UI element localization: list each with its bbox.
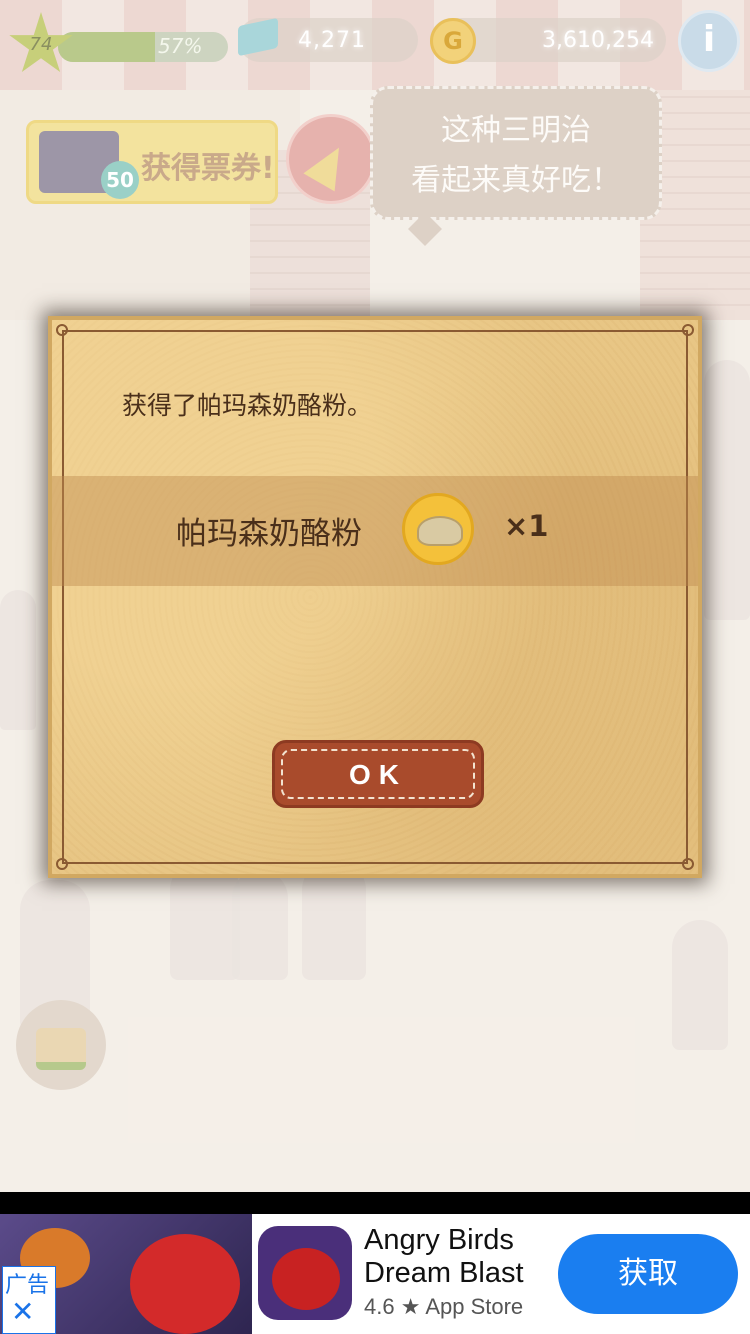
xp-percent-text: 57% [158,34,203,58]
ad-app-name[interactable]: Angry Birds Dream Blast [364,1224,564,1290]
ad-choices-badge[interactable]: 广告 ✕ [2,1266,56,1334]
speech-line-1: 这种三明治 [441,113,591,148]
ok-button[interactable]: OK [272,740,484,808]
ticket-icon [238,17,278,57]
get-tickets-button[interactable]: 50 获得票券! [26,120,278,204]
xp-progress-fill [58,32,155,62]
coin-icon: G [430,18,476,64]
ticket-count: 4,271 [298,28,366,53]
party-popper-icon [303,138,355,192]
ad-banner[interactable]: 广告 ✕ Angry Birds Dream Blast 4.6 ★ App S… [0,1214,750,1334]
ad-app-icon[interactable] [258,1226,352,1320]
level-display: 57% 74 [8,12,228,73]
ad-separator [0,1192,750,1214]
corner-ornament [682,858,694,870]
corner-ornament [682,324,694,336]
item-received-dialog: 获得了帕玛森奶酪粉。 帕玛森奶酪粉 ×1 OK [48,316,702,878]
item-name: 帕玛森奶酪粉 [176,516,362,552]
sandwich-icon [36,1028,86,1070]
corner-ornament [56,858,68,870]
ad-app-rating: 4.6 ★ App Store [364,1294,524,1319]
ok-button-label: OK [349,759,407,790]
coin-counter[interactable]: G 3,610,254 [430,18,666,64]
ad-get-button[interactable]: 获取 [558,1234,738,1314]
speech-line-2: 看起来真好吃！ [411,163,621,198]
item-quantity: ×1 [504,509,549,543]
xp-progress-bar: 57% [58,32,228,62]
ad-close-icon[interactable]: ✕ [11,1295,34,1328]
get-tickets-label: 获得票券! [141,151,275,186]
party-popper-button[interactable] [286,114,376,204]
coin-count: 3,610,254 [542,28,654,53]
cheese-pile-shape [417,516,463,546]
angry-bird-icon [272,1248,340,1310]
ticket-reward-badge: 50 [101,161,139,199]
info-button[interactable]: i [678,10,740,72]
corner-ornament [56,324,68,336]
red-bird-graphic [130,1234,240,1334]
parmesan-cheese-powder-icon [402,493,474,565]
dialog-message: 获得了帕玛森奶酪粉。 [122,391,373,420]
received-item-row: 帕玛森奶酪粉 ×1 [52,476,698,586]
ticket-counter[interactable]: 4,271 [238,17,418,62]
customer-speech-bubble: 这种三明治 看起来真好吃！ [370,86,662,246]
sandwich-menu-button[interactable] [16,1000,106,1090]
